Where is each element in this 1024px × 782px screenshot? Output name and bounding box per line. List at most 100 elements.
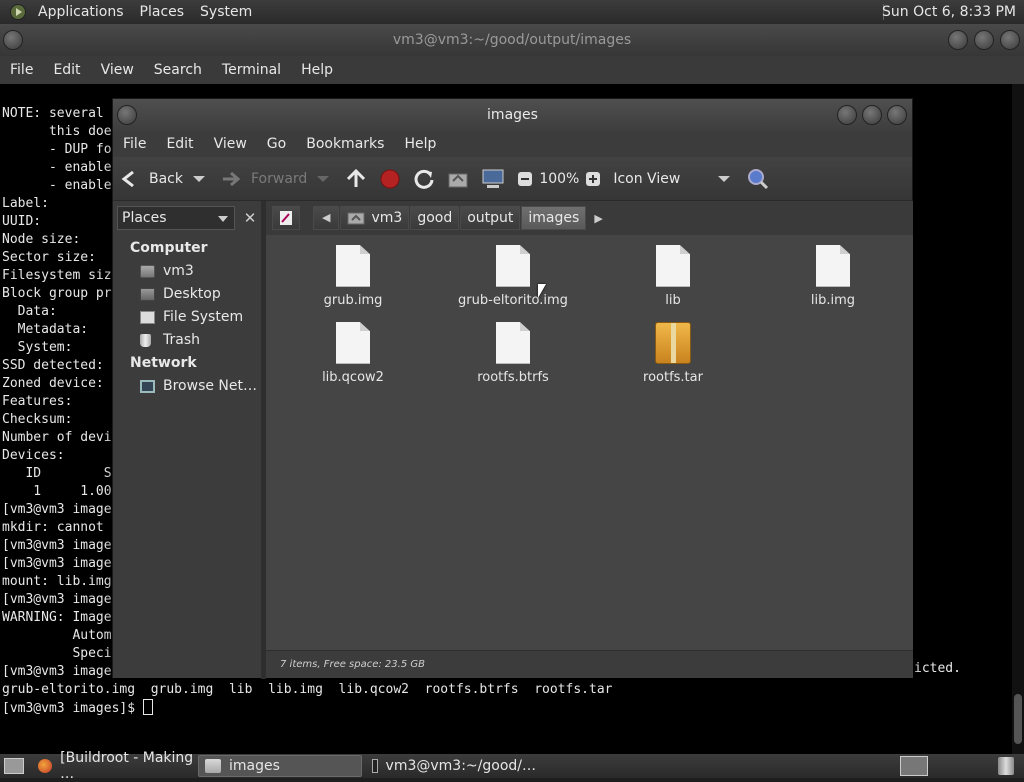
sidebar-item-trash[interactable]: Trash: [113, 329, 261, 352]
workspace-switcher[interactable]: [900, 756, 928, 776]
close-button[interactable]: [1000, 30, 1020, 50]
places-menu[interactable]: Places: [132, 0, 193, 24]
trash-icon[interactable]: [998, 757, 1014, 775]
fm-menu-bookmarks[interactable]: Bookmarks: [296, 136, 394, 152]
back-label: Back: [149, 170, 183, 187]
zoom-in-button[interactable]: [579, 163, 607, 195]
minimize-button[interactable]: [948, 30, 968, 50]
terminal-menu-edit[interactable]: Edit: [43, 62, 90, 78]
fm-menu-file[interactable]: File: [113, 136, 156, 152]
file-item[interactable]: lib: [603, 245, 743, 308]
stop-button[interactable]: [373, 163, 407, 195]
file-item[interactable]: rootfs.btrfs: [443, 322, 583, 385]
fm-menu-edit[interactable]: Edit: [156, 136, 203, 152]
file-manager-title: images: [487, 107, 538, 123]
computer-icon: [482, 169, 504, 188]
document-icon: [656, 245, 690, 287]
file-name: lib.img: [810, 293, 856, 308]
path-segment-images[interactable]: images: [521, 206, 587, 230]
forward-arrow-icon: [223, 171, 241, 186]
stop-icon: [380, 169, 400, 188]
file-item[interactable]: grub.img: [283, 245, 423, 308]
window-menu-icon[interactable]: [117, 105, 137, 125]
forward-button[interactable]: Forward: [215, 163, 339, 195]
side-pane-selector[interactable]: Places: [117, 206, 235, 230]
terminal-menu-file[interactable]: File: [0, 62, 43, 78]
maximize-button[interactable]: [862, 105, 882, 125]
applications-menu[interactable]: Applications: [30, 0, 132, 24]
fm-menu-help[interactable]: Help: [394, 136, 446, 152]
scrollbar-thumb[interactable]: [1014, 694, 1022, 744]
gnome-foot-icon[interactable]: [10, 4, 26, 20]
taskbar-item-terminal[interactable]: vm3@vm3:~/good/…: [366, 755, 536, 777]
maximize-button[interactable]: [974, 30, 994, 50]
terminal-menu-view[interactable]: View: [91, 62, 144, 78]
up-button[interactable]: [339, 163, 373, 195]
path-scroll-left[interactable]: ◀: [313, 206, 340, 230]
zoom-out-button[interactable]: [511, 163, 539, 195]
sidebar-item-label: Browse Net…: [163, 378, 258, 394]
top-panel: Applications Places System Sun Oct 6, 8:…: [0, 0, 1024, 24]
up-arrow-icon: [347, 168, 366, 187]
sidebar-item-label: File System: [163, 309, 244, 325]
back-button[interactable]: Back: [113, 163, 215, 195]
taskbar-item-browser[interactable]: [Buildroot - Making …: [32, 750, 194, 782]
file-item[interactable]: lib.qcow2: [283, 322, 423, 385]
file-manager-toolbar: Back Forward 100% Icon View: [113, 157, 912, 201]
taskbar-item-file-manager[interactable]: images: [198, 755, 362, 777]
sidebar-item-desktop[interactable]: Desktop: [113, 283, 261, 306]
file-item[interactable]: rootfs.tar: [603, 322, 743, 385]
path-segment-output[interactable]: output: [460, 206, 521, 230]
chevron-down-icon: [718, 175, 731, 182]
home-folder-icon: [347, 212, 365, 225]
drive-icon: [140, 265, 155, 278]
sidebar-item-vm3[interactable]: vm3: [113, 260, 261, 283]
path-segment-vm3[interactable]: vm3: [340, 206, 410, 230]
terminal-icon: [372, 759, 378, 773]
reload-button[interactable]: [407, 163, 441, 195]
sidebar-item-filesystem[interactable]: File System: [113, 306, 261, 329]
zoom-out-icon: [518, 171, 533, 186]
window-menu-icon[interactable]: [3, 30, 23, 50]
chevron-left-icon: ◀: [322, 211, 331, 224]
path-segment-label: images: [528, 210, 580, 226]
file-name: grub.img: [323, 293, 383, 308]
clock[interactable]: Sun Oct 6, 8:33 PM: [882, 0, 1016, 24]
home-button[interactable]: [441, 163, 475, 195]
terminal-scrollbar[interactable]: [1012, 84, 1024, 754]
path-segment-label: output: [467, 210, 514, 226]
file-manager-menubar: File Edit View Go Bookmarks Help: [113, 131, 912, 157]
system-menu[interactable]: System: [192, 0, 260, 24]
sidebar-item-label: vm3: [163, 263, 194, 279]
sidebar-item-browse-network[interactable]: Browse Net…: [113, 375, 261, 398]
network-icon: [140, 380, 155, 393]
folder-icon: [205, 759, 221, 773]
file-manager-titlebar[interactable]: images: [113, 99, 912, 131]
search-icon: [748, 168, 769, 189]
chevron-down-icon[interactable]: [189, 173, 209, 185]
fm-menu-view[interactable]: View: [204, 136, 257, 152]
computer-button[interactable]: [475, 163, 511, 195]
zoom-level: 100%: [539, 170, 580, 187]
path-segment-good[interactable]: good: [410, 206, 460, 230]
search-button[interactable]: [740, 163, 776, 195]
chevron-right-icon[interactable]: ▶: [587, 212, 609, 225]
chevron-down-icon[interactable]: [313, 173, 333, 185]
terminal-titlebar[interactable]: vm3@vm3:~/good/output/images: [0, 24, 1024, 56]
location-toggle-button[interactable]: [272, 206, 300, 230]
terminal-menu-search[interactable]: Search: [144, 62, 212, 78]
close-button[interactable]: [887, 105, 907, 125]
file-item[interactable]: lib.img: [763, 245, 903, 308]
mouse-pointer-icon: [538, 284, 546, 298]
panel-menubar: Applications Places System: [30, 0, 260, 24]
terminal-menu-terminal[interactable]: Terminal: [212, 62, 291, 78]
document-icon: [336, 322, 370, 364]
file-item[interactable]: grub-eltorito.img: [443, 245, 583, 308]
file-icon-view[interactable]: grub.img grub-eltorito.img lib lib.img l…: [266, 235, 913, 650]
terminal-menu-help[interactable]: Help: [291, 62, 343, 78]
show-desktop-icon[interactable]: [4, 758, 24, 774]
minimize-button[interactable]: [837, 105, 857, 125]
close-side-pane-button[interactable]: ✕: [239, 207, 261, 229]
view-mode-select[interactable]: Icon View: [607, 163, 740, 195]
fm-menu-go[interactable]: Go: [257, 136, 296, 152]
